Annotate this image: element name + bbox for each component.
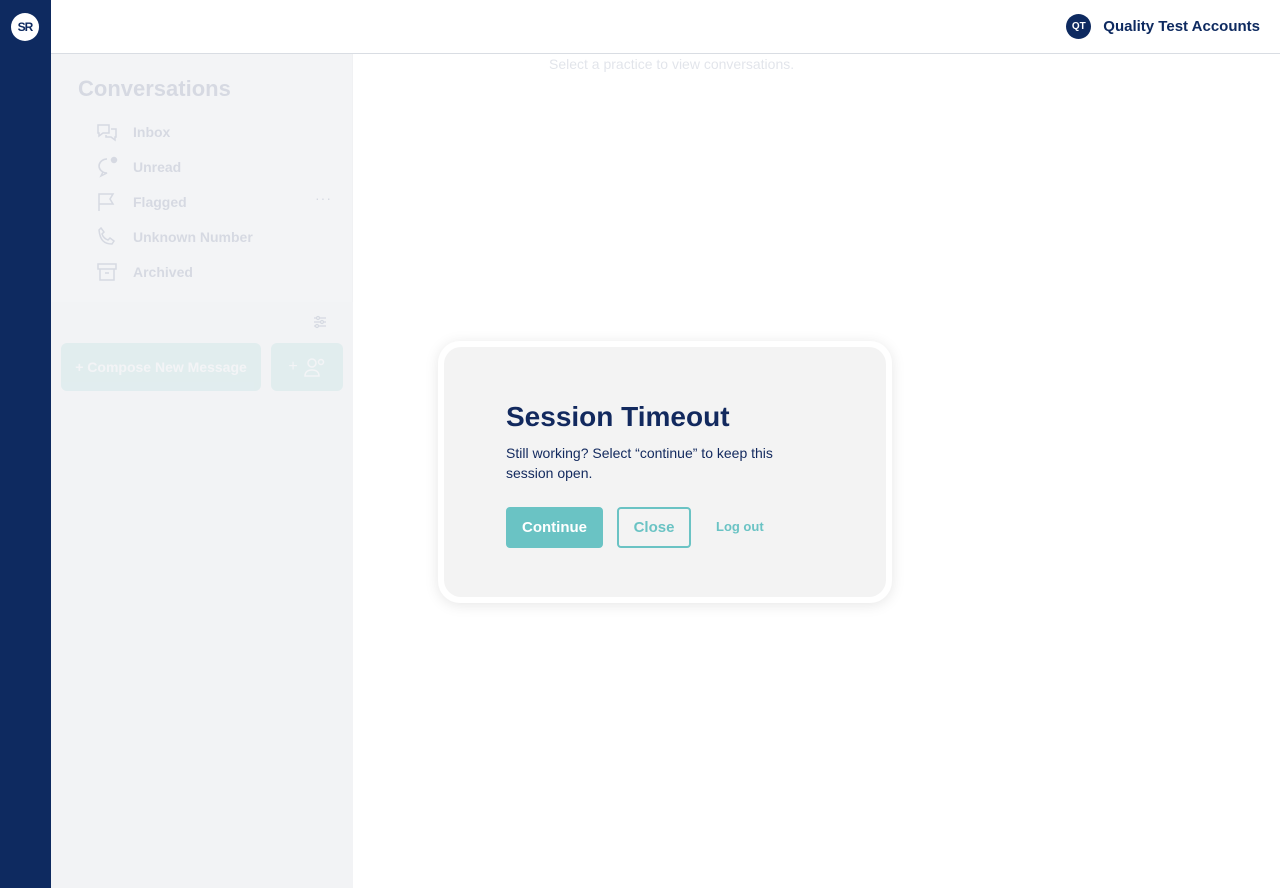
dialog-message: Still working? Select “continue” to keep… — [506, 445, 773, 481]
top-header: QT Quality Test Accounts — [51, 0, 1280, 54]
filter-sliders-icon[interactable] — [312, 314, 328, 330]
add-contact-plus: + — [288, 358, 298, 375]
sidebar-nav-panel: Conversations Inbox Unread Flagged Unkno… — [51, 54, 353, 302]
sidebar-item-flagged[interactable]: Flagged — [95, 184, 253, 219]
sidebar-item-inbox[interactable]: Inbox — [95, 114, 253, 149]
session-timeout-dialog: Session Timeout Still working? Select “c… — [444, 347, 886, 597]
account-name[interactable]: Quality Test Accounts — [1103, 18, 1260, 35]
unread-bubble-icon — [98, 156, 118, 178]
phone-icon — [98, 226, 116, 245]
dialog-title: Session Timeout — [506, 401, 730, 432]
account-menu[interactable]: QT Quality Test Accounts — [1066, 14, 1260, 39]
more-options-icon[interactable]: ··· — [315, 190, 332, 206]
left-rail: SR — [0, 0, 51, 888]
session-timeout-modal: Session Timeout Still working? Select “c… — [438, 341, 892, 603]
sidebar-item-unread[interactable]: Unread — [95, 149, 253, 184]
sidebar-nav-list: Inbox Unread Flagged Unknown Number Arch… — [95, 114, 253, 289]
sidebar-item-label: Unread — [133, 158, 182, 175]
close-button[interactable]: Close — [617, 507, 691, 548]
conversations-sidebar: Conversations Inbox Unread Flagged Unkno… — [51, 54, 353, 888]
archive-box-icon — [97, 262, 117, 281]
add-person-icon — [303, 358, 324, 377]
sidebar-item-label: Inbox — [133, 123, 171, 140]
sidebar-item-label: Archived — [133, 263, 193, 280]
flag-icon — [98, 192, 115, 211]
logout-link[interactable]: Log out — [716, 519, 764, 534]
add-contact-button[interactable]: + — [271, 343, 343, 391]
sidebar-item-label: Flagged — [133, 193, 187, 210]
select-practice-hint: Select a practice to view conversations. — [549, 56, 795, 72]
avatar[interactable]: QT — [1066, 14, 1092, 39]
app-logo[interactable]: SR — [11, 13, 39, 41]
continue-button[interactable]: Continue — [506, 507, 603, 548]
sidebar-item-archived[interactable]: Archived — [95, 254, 253, 289]
compose-new-message-button[interactable]: + Compose New Message — [61, 343, 261, 391]
sidebar-item-unknown-number[interactable]: Unknown Number — [95, 219, 253, 254]
sidebar-item-label: Unknown Number — [133, 228, 253, 245]
sidebar-title: Conversations — [78, 76, 231, 101]
chat-bubbles-icon — [97, 123, 117, 141]
